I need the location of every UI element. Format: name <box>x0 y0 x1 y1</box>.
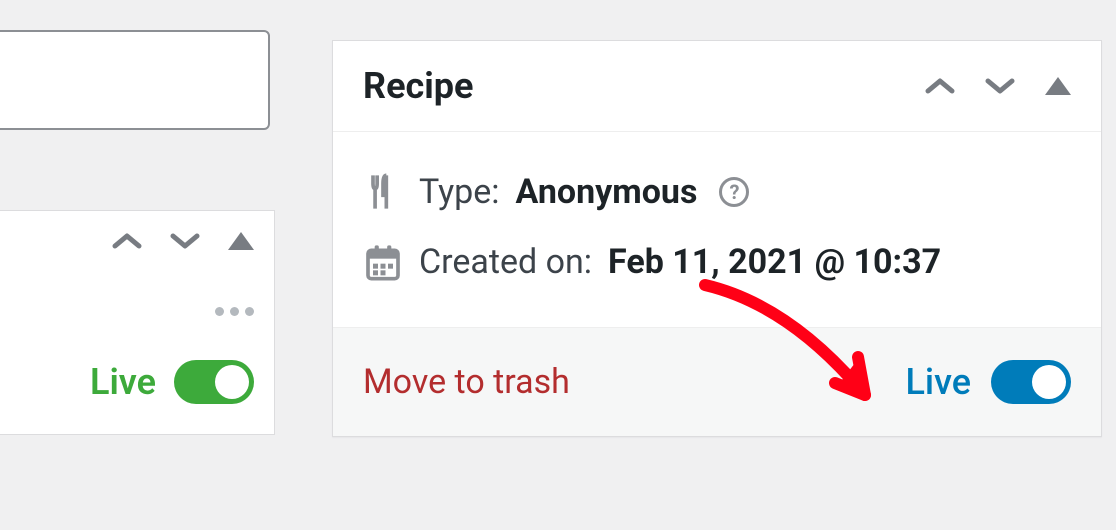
more-options-icon[interactable] <box>215 307 254 316</box>
calendar-icon <box>363 242 403 282</box>
recipe-footer: Move to trash Live <box>333 327 1101 436</box>
recipe-title: Recipe <box>363 65 473 107</box>
help-icon[interactable]: ? <box>719 177 749 207</box>
toggle-knob <box>215 365 249 399</box>
live-toggle-group: Live <box>905 360 1071 404</box>
editor-box[interactable] <box>0 30 270 130</box>
recipe-body: Type: Anonymous ? Created on: Feb 11, 20… <box>333 132 1101 327</box>
chevron-up-icon[interactable] <box>112 231 142 251</box>
toggle-knob <box>1032 365 1066 399</box>
collapse-toggle-icon[interactable] <box>228 232 254 250</box>
type-label: Type: <box>419 172 500 212</box>
side-panel-header <box>0 211 274 271</box>
side-panel: Live <box>0 210 275 435</box>
side-live-toggle[interactable] <box>174 360 254 404</box>
created-label: Created on: <box>419 242 592 282</box>
chevron-down-icon[interactable] <box>985 76 1015 96</box>
move-to-trash-link[interactable]: Move to trash <box>363 362 570 402</box>
live-toggle[interactable] <box>991 360 1071 404</box>
side-live-label: Live <box>90 361 156 403</box>
collapse-toggle-icon[interactable] <box>1045 77 1071 95</box>
recipe-header-controls <box>925 76 1071 96</box>
created-row: Created on: Feb 11, 2021 @ 10:37 <box>363 242 1071 282</box>
side-panel-footer: Live <box>0 320 274 434</box>
live-label: Live <box>905 361 971 403</box>
chevron-down-icon[interactable] <box>170 231 200 251</box>
chevron-up-icon[interactable] <box>925 76 955 96</box>
recipe-panel: Recipe Type: Anonymous ? <box>332 40 1102 437</box>
type-row: Type: Anonymous ? <box>363 172 1071 212</box>
recipe-header: Recipe <box>333 41 1101 132</box>
side-panel-body <box>0 271 274 320</box>
cutlery-icon <box>363 172 403 212</box>
created-value: Feb 11, 2021 @ 10:37 <box>608 242 941 282</box>
type-value: Anonymous <box>516 172 698 212</box>
